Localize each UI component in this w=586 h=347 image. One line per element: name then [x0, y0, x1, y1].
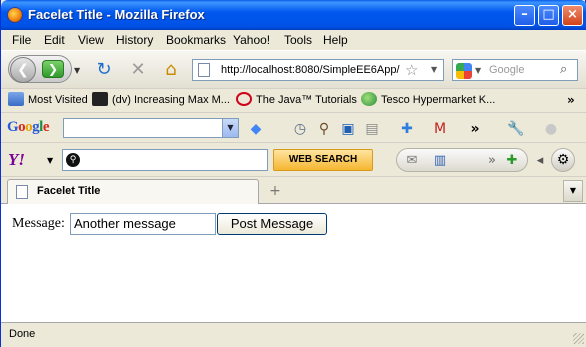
- forward-button[interactable]: ❯: [42, 60, 64, 78]
- url-dropdown-icon[interactable]: ▼: [431, 65, 437, 74]
- google-logo[interactable]: Google: [7, 119, 50, 136]
- bookmarks-overflow-chevron[interactable]: »: [567, 93, 575, 107]
- page-content: Message: Another message Post Message: [1, 204, 586, 322]
- menu-bar: File Edit View History Bookmarks Yahoo! …: [1, 30, 586, 50]
- mt-site-icon: [92, 92, 108, 106]
- tab-title: Facelet Title: [37, 185, 101, 197]
- bookmarks-folder-icon: [8, 92, 24, 106]
- menu-bookmarks[interactable]: Bookmarks: [166, 33, 226, 47]
- search-box[interactable]: ▼ Google ⌕: [452, 59, 578, 81]
- yahoo-mail-group: ✉ ▥ » ✚: [396, 148, 528, 172]
- bookmark-page-icon[interactable]: ▥: [431, 152, 449, 170]
- maximize-button[interactable]: □: [538, 5, 559, 26]
- wrench-icon[interactable]: 🔧: [507, 120, 525, 138]
- menu-edit[interactable]: Edit: [44, 33, 65, 47]
- history-dropdown-icon[interactable]: ▼: [74, 66, 80, 75]
- menu-tools[interactable]: Tools: [284, 33, 312, 47]
- engine-dropdown-icon[interactable]: ▼: [475, 66, 481, 75]
- yahoo-search-input[interactable]: ⚲: [62, 149, 268, 171]
- google-toolbar: Google ▼ ◆ ◷ ⚲ ▣ ▤ ✚ M » 🔧 ●: [1, 112, 586, 142]
- new-tab-button[interactable]: +: [263, 181, 287, 203]
- back-forward-group: ❮ ❯: [8, 55, 72, 83]
- reload-icon[interactable]: ↻: [93, 59, 115, 81]
- java-icon: [236, 92, 252, 106]
- page-icon: [16, 185, 28, 199]
- camera-icon[interactable]: ▣: [339, 120, 357, 138]
- mail-icon[interactable]: ✉: [403, 152, 421, 170]
- more-buttons-icon[interactable]: »: [483, 152, 501, 170]
- search-magnifier-icon[interactable]: ⌕: [560, 62, 567, 77]
- home-icon[interactable]: ⌂: [160, 59, 182, 81]
- yahoo-toolbar: Y! ▼ ⚲ WEB SEARCH ✉ ▥ » ✚ ◂ ⚙: [1, 142, 586, 176]
- search-icon: ⚲: [66, 153, 80, 167]
- forward-arrow-icon: ❯: [47, 62, 59, 76]
- search-placeholder: Google: [489, 64, 525, 76]
- minimize-button[interactable]: –: [514, 5, 535, 26]
- yahoo-logo[interactable]: Y!: [8, 150, 25, 170]
- tab-list-dropdown-icon[interactable]: ▼: [563, 180, 583, 202]
- google-engine-icon[interactable]: [456, 63, 472, 79]
- url-bar[interactable]: http://localhost:8080/SimpleEE6App/ ☆ ▼: [192, 59, 444, 81]
- tab-facelet-title[interactable]: Facelet Title: [7, 179, 259, 204]
- url-text: http://localhost:8080/SimpleEE6App/: [221, 64, 400, 76]
- clock-icon[interactable]: ◷: [291, 120, 309, 138]
- add-button-icon[interactable]: ✚: [503, 152, 521, 170]
- menu-history[interactable]: History: [116, 33, 153, 47]
- back-arrow-icon: ❮: [17, 62, 29, 78]
- menu-file[interactable]: File: [12, 33, 31, 47]
- google-search-button-icon[interactable]: ◆: [247, 120, 265, 138]
- page-icon: [198, 63, 210, 77]
- google-search-input[interactable]: ▼: [63, 118, 239, 138]
- bookmarks-plus-icon[interactable]: ✚: [398, 120, 416, 138]
- bookmark-star-icon[interactable]: ☆: [405, 61, 418, 79]
- title-bar[interactable]: Facelet Title - Mozilla Firefox – □ ×: [1, 0, 586, 30]
- spellcheck-icon[interactable]: ⚲: [315, 120, 333, 138]
- firefox-logo-icon: [7, 7, 23, 23]
- gmail-icon[interactable]: M: [431, 120, 449, 138]
- bookmark-dv[interactable]: (dv) Increasing Max M...: [92, 92, 230, 110]
- window-title: Facelet Title - Mozilla Firefox: [28, 7, 205, 22]
- yahoo-menu-dropdown-icon[interactable]: ▼: [47, 156, 53, 165]
- back-button[interactable]: ❮: [10, 57, 36, 83]
- google-toolbar-overflow[interactable]: »: [466, 120, 484, 138]
- message-input[interactable]: Another message: [70, 213, 216, 235]
- bookmark-most-visited[interactable]: Most Visited: [8, 92, 88, 110]
- tab-strip: Facelet Title + ▼: [1, 176, 586, 204]
- menu-help[interactable]: Help: [323, 33, 348, 47]
- bookmarks-toolbar: Most Visited (dv) Increasing Max M... Th…: [1, 88, 586, 112]
- menu-view[interactable]: View: [78, 33, 104, 47]
- globe-icon: [361, 92, 377, 106]
- post-message-button[interactable]: Post Message: [217, 213, 327, 235]
- gear-icon[interactable]: ⚙: [551, 148, 575, 172]
- navigation-toolbar: ❮ ❯ ▼ ↻ ✕ ⌂ http://localhost:8080/Simple…: [1, 50, 586, 88]
- stop-icon[interactable]: ✕: [127, 59, 149, 81]
- menu-yahoo[interactable]: Yahoo!: [233, 33, 270, 47]
- news-icon[interactable]: ▤: [363, 120, 381, 138]
- resize-grip[interactable]: [573, 333, 584, 344]
- status-text: Done: [9, 328, 36, 340]
- close-button[interactable]: ×: [562, 5, 583, 26]
- message-label: Message:: [12, 216, 65, 231]
- bookmark-java-tutorials[interactable]: The Java™ Tutorials: [236, 92, 357, 110]
- web-search-button[interactable]: WEB SEARCH: [273, 149, 373, 171]
- google-search-dropdown-icon[interactable]: ▼: [222, 119, 238, 137]
- sign-in-icon[interactable]: ●: [542, 120, 560, 138]
- bookmark-tesco[interactable]: Tesco Hypermarket K...: [361, 92, 495, 110]
- scroll-left-icon[interactable]: ◂: [531, 152, 549, 170]
- browser-window: Facelet Title - Mozilla Firefox – □ × Fi…: [0, 0, 586, 347]
- status-bar: Done: [1, 322, 586, 347]
